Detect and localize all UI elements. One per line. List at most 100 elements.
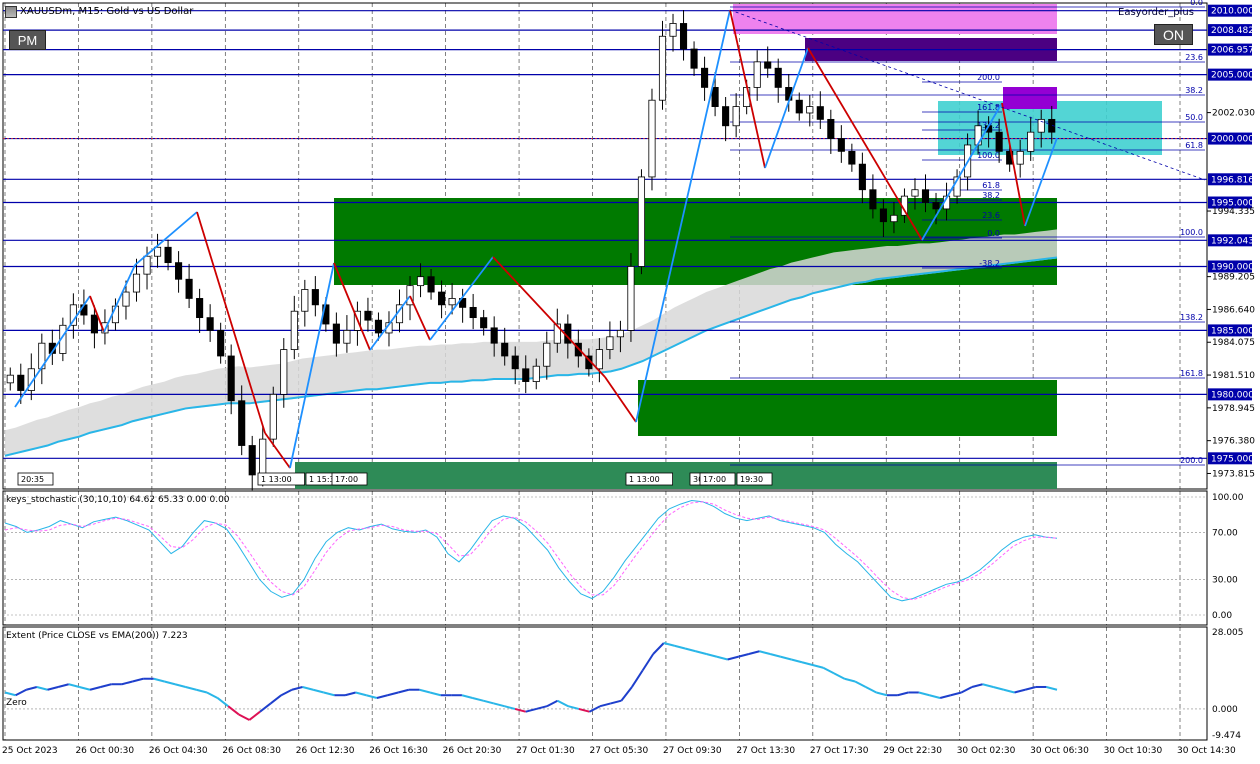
extent-pane-frame bbox=[2, 626, 1208, 741]
on-button[interactable]: ON bbox=[1154, 24, 1193, 45]
time-axis-label: 27 Oct 09:30 bbox=[663, 746, 722, 756]
candle-body bbox=[637, 176, 646, 267]
candle-body bbox=[753, 61, 761, 88]
candle-body bbox=[290, 310, 298, 350]
candle-body bbox=[879, 208, 887, 223]
fib-level-label: 161.8 bbox=[1180, 369, 1203, 378]
candle-body bbox=[669, 23, 677, 37]
candle-body bbox=[280, 349, 288, 395]
fib-level-label: 0.0 bbox=[1190, 0, 1203, 7]
candle-body bbox=[837, 138, 845, 152]
time-axis-label: 26 Oct 08:30 bbox=[222, 746, 281, 756]
candle-body bbox=[480, 317, 488, 329]
price-axis-label: 1976.380 bbox=[1212, 437, 1255, 447]
supply-zone-small[interactable] bbox=[1003, 87, 1057, 109]
candle-body bbox=[532, 365, 540, 382]
candle-body bbox=[869, 189, 877, 210]
time-axis-label: 26 Oct 20:30 bbox=[443, 746, 502, 756]
time-axis-label: 30 Oct 06:30 bbox=[1030, 746, 1089, 756]
fib-level-label: 138.2 bbox=[1180, 313, 1203, 322]
candle-body bbox=[690, 48, 698, 69]
candle-body bbox=[416, 276, 425, 287]
time-axis-label: 30 Oct 10:30 bbox=[1104, 746, 1163, 756]
price-axis-label: 1973.815 bbox=[1212, 469, 1255, 479]
price-axis-label: 2006.957 bbox=[1211, 46, 1254, 56]
candle-body bbox=[6, 374, 14, 384]
fib-level-label: 50.0 bbox=[1185, 113, 1203, 122]
time-tag: 1 13:00 bbox=[257, 472, 305, 486]
candle-body bbox=[206, 317, 214, 331]
candle-body bbox=[911, 189, 919, 197]
symbol-title: XAUUSDm, M15: Gold vs US Dollar bbox=[20, 6, 194, 17]
candle-body bbox=[427, 276, 435, 293]
demand-zone-lower[interactable] bbox=[638, 380, 1057, 436]
time-axis-label: 26 Oct 04:30 bbox=[149, 746, 208, 756]
price-axis-label: 1996.816 bbox=[1211, 175, 1254, 185]
candle-body bbox=[501, 342, 509, 357]
candle-body bbox=[259, 438, 267, 476]
candle-body bbox=[921, 189, 930, 203]
time-axis-label: 27 Oct 17:30 bbox=[810, 746, 869, 756]
candle-body bbox=[185, 278, 193, 299]
candle-body bbox=[374, 319, 383, 334]
price-axis-label: 1992.043 bbox=[1211, 236, 1254, 246]
candle-body bbox=[858, 163, 866, 191]
price-chart[interactable]: 25 Oct 2023 26 Oct 00:30 26 Oct 04:30 26 Oc… bbox=[0, 0, 1260, 760]
demand-zone-bottom[interactable] bbox=[295, 462, 1057, 489]
time-tag-label: 17:00 bbox=[335, 475, 358, 484]
time-axis-label: 25 Oct 2023 bbox=[2, 746, 58, 756]
candle-body bbox=[511, 355, 519, 370]
inner-fib-label: 61.8 bbox=[982, 181, 1000, 190]
candle-body bbox=[332, 323, 340, 344]
candle-body bbox=[217, 330, 225, 357]
candle-body bbox=[269, 393, 277, 440]
candle-body bbox=[827, 118, 835, 139]
price-axis-label: 1975.000 bbox=[1211, 454, 1254, 464]
price-axis-label: 2002.030 bbox=[1212, 109, 1255, 119]
time-axis-label: 26 Oct 12:30 bbox=[296, 746, 355, 756]
easyorder-label: Easyorder_plus bbox=[1118, 7, 1194, 18]
candle-body bbox=[238, 400, 246, 446]
stochastic-title: keys_stochastic (30,10,10) 64.62 65.33 0… bbox=[6, 495, 230, 505]
time-axis-label: 27 Oct 05:30 bbox=[590, 746, 649, 756]
candle-body bbox=[90, 314, 98, 334]
inner-fib-label: 100.0 bbox=[977, 151, 1000, 160]
extent-axis-label: 0.000 bbox=[1212, 705, 1238, 715]
price-axis-label: 1985.000 bbox=[1211, 326, 1254, 336]
candle-body bbox=[227, 355, 235, 402]
chart-menu-icon[interactable] bbox=[5, 6, 17, 18]
candle-body bbox=[196, 298, 204, 319]
candle-body bbox=[616, 330, 624, 338]
time-axis-label: 29 Oct 22:30 bbox=[883, 746, 942, 756]
candle-body bbox=[627, 266, 635, 331]
trading-chart-window: 25 Oct 2023 26 Oct 00:30 26 Oct 04:30 26 Oc… bbox=[0, 0, 1260, 760]
time-tag: 17:00 bbox=[331, 472, 368, 486]
candle-body bbox=[343, 330, 351, 344]
candle-body bbox=[711, 87, 719, 107]
candle-body bbox=[448, 298, 456, 306]
inner-fib-label: -38.2 bbox=[979, 259, 1000, 268]
candle-body bbox=[17, 374, 25, 391]
inner-fib-label: 200.0 bbox=[977, 73, 1000, 82]
candle-body bbox=[164, 246, 172, 264]
time-axis-label: 27 Oct 13:30 bbox=[736, 746, 795, 756]
candle-body bbox=[543, 342, 551, 367]
candle-body bbox=[301, 289, 309, 312]
time-tag-label: 17:00 bbox=[703, 475, 726, 484]
time-tag-label: 20:35 bbox=[21, 475, 44, 484]
pm-button[interactable]: PM bbox=[9, 30, 46, 50]
price-axis-label: 2005.000 bbox=[1211, 71, 1254, 81]
candle-body bbox=[606, 336, 614, 350]
candle-body bbox=[143, 255, 151, 275]
stochastic-axis-label: 70.00 bbox=[1212, 528, 1238, 538]
time-tag-label: 1 13:00 bbox=[629, 475, 660, 484]
price-axis-label: 2010.000 bbox=[1211, 7, 1254, 17]
price-axis-label: 1980.000 bbox=[1211, 390, 1254, 400]
candle-body bbox=[764, 61, 772, 69]
candle-body bbox=[774, 67, 782, 88]
price-axis-label: 1986.640 bbox=[1212, 305, 1255, 315]
candle-body bbox=[648, 99, 656, 178]
stochastic-pane-frame bbox=[2, 490, 1208, 626]
stochastic-axis-label: 30.00 bbox=[1212, 576, 1238, 586]
candle-body bbox=[679, 23, 688, 50]
